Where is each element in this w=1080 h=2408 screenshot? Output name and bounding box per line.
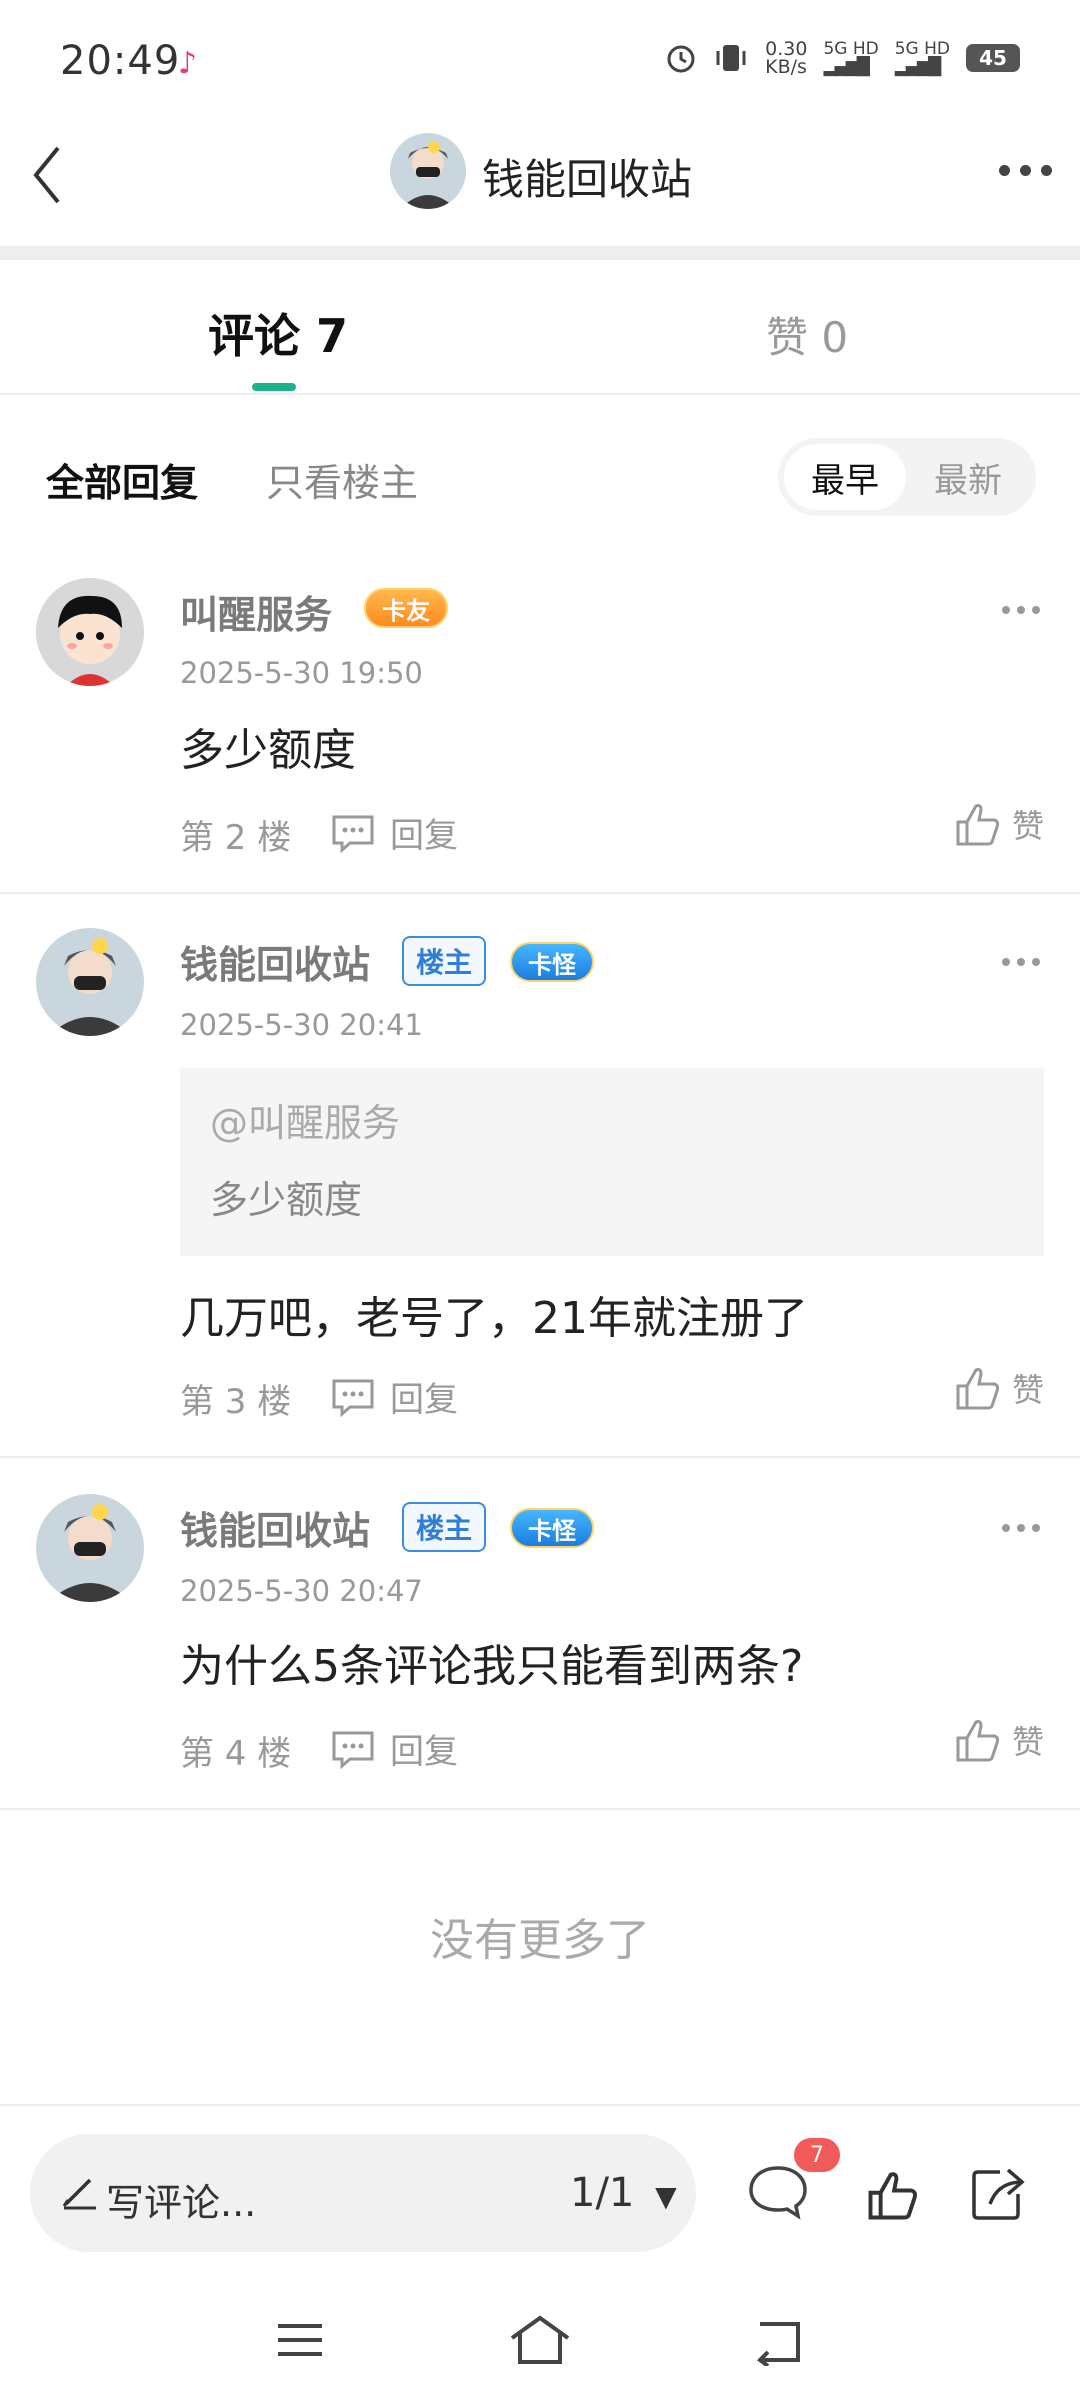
comment-icon[interactable]	[746, 2162, 810, 2222]
filter-op-only[interactable]: 只看楼主	[266, 452, 418, 507]
floor-number: 第 2 楼	[180, 818, 292, 858]
username[interactable]: 叫醒服务	[180, 584, 332, 639]
comment-time: 2025-5-30 19:50	[180, 656, 423, 690]
reply-icon	[332, 1731, 374, 1769]
thumbs-up-icon	[956, 804, 1000, 846]
caret-down-icon: ▼	[655, 2180, 677, 2213]
sort-earliest[interactable]: 最早	[784, 444, 906, 510]
tab-divider	[0, 393, 1080, 395]
net-speed: 0.30 KB/s	[765, 38, 808, 78]
sort-toggle: 最早 最新	[778, 438, 1036, 516]
like-button[interactable]: 赞	[954, 1364, 1044, 1412]
badge-kaguai: 卡怪	[510, 942, 594, 982]
floor-number: 第 3 楼	[180, 1382, 292, 1422]
like-button[interactable]: 赞	[954, 1716, 1044, 1764]
page-indicator: 1/1	[570, 2170, 635, 2216]
end-of-list: 没有更多了	[430, 1915, 650, 1966]
quote-text: 多少额度	[210, 1178, 363, 1222]
reply-label: 回复	[390, 816, 458, 856]
tab-comments[interactable]: 评论 7	[208, 300, 348, 366]
avatar[interactable]	[36, 928, 144, 1036]
like-label: 赞	[1011, 1371, 1044, 1409]
page-selector[interactable]: 1/1 ▼	[570, 2170, 677, 2216]
back-arrow-icon[interactable]	[28, 140, 68, 210]
vibrate-icon	[716, 45, 746, 71]
like-label: 赞	[1011, 807, 1044, 845]
reply-icon	[332, 1379, 374, 1417]
signal-sim2: 5G HD ▂▄▆█	[894, 39, 950, 77]
back-icon[interactable]	[754, 2318, 806, 2366]
thumbs-up-icon	[956, 1720, 1000, 1762]
floor-number: 第 4 楼	[180, 1734, 292, 1774]
username[interactable]: 钱能回收站	[180, 1500, 370, 1555]
divider	[0, 1808, 1080, 1810]
reply-label: 回复	[390, 1732, 458, 1772]
badge-kaguai: 卡怪	[510, 1508, 594, 1548]
menu-icon[interactable]	[276, 2320, 324, 2360]
share-icon[interactable]	[968, 2164, 1028, 2224]
battery-icon: 45	[966, 44, 1020, 72]
comment-text: 多少额度	[180, 725, 356, 776]
avatar[interactable]	[36, 578, 144, 686]
tiktok-icon: ♪	[178, 46, 198, 81]
badge-kayou: 卡友	[364, 588, 448, 628]
comment-placeholder[interactable]: 写评论...	[106, 2172, 256, 2227]
page-title: 钱能回收站	[482, 155, 693, 204]
signal-sim1: 5G HD ▂▄▆█	[823, 39, 879, 77]
reply-button[interactable]: 回复	[330, 1724, 458, 1773]
comment-text: 为什么5条评论我只能看到两条?	[180, 1641, 804, 1692]
alarm-icon	[667, 45, 695, 73]
comment-time: 2025-5-30 20:47	[180, 1574, 423, 1608]
username[interactable]: 钱能回收站	[180, 934, 370, 989]
badge-op: 楼主	[402, 1502, 487, 1552]
avatar[interactable]	[36, 1494, 144, 1602]
divider	[0, 1456, 1080, 1458]
status-time: 20:49	[60, 38, 181, 84]
status-indicators: 0.30 KB/s 5G HD ▂▄▆█ 5G HD ▂▄▆█ 45	[665, 38, 1020, 78]
filter-all-replies[interactable]: 全部回复	[46, 452, 198, 507]
pencil-icon	[62, 2178, 96, 2210]
badge-op: 楼主	[402, 936, 487, 986]
sort-newest[interactable]: 最新	[906, 453, 1030, 502]
more-icon[interactable]	[1002, 958, 1040, 966]
divider	[0, 892, 1080, 894]
comment-count-badge: 7	[794, 2138, 840, 2172]
comment-time: 2025-5-30 20:41	[180, 1008, 423, 1042]
reply-icon	[332, 815, 374, 853]
like-label: 赞	[1011, 1723, 1044, 1761]
home-icon[interactable]	[508, 2314, 572, 2366]
thumbs-up-icon[interactable]	[866, 2168, 920, 2222]
more-icon[interactable]	[999, 165, 1052, 176]
quote-block: @叫醒服务 多少额度	[180, 1068, 1044, 1256]
more-icon[interactable]	[1002, 1524, 1040, 1532]
avatar[interactable]	[390, 133, 466, 209]
reply-button[interactable]: 回复	[330, 808, 458, 857]
tab-indicator	[252, 383, 296, 391]
separator-band	[0, 246, 1080, 260]
tab-likes[interactable]: 赞 0	[766, 304, 848, 365]
reply-button[interactable]: 回复	[330, 1372, 458, 1421]
bottom-divider	[0, 2104, 1080, 2106]
comment-text: 几万吧，老号了，21年就注册了	[180, 1293, 808, 1344]
more-icon[interactable]	[1002, 606, 1040, 614]
like-button[interactable]: 赞	[954, 800, 1044, 848]
quote-mention[interactable]: @叫醒服务	[210, 1092, 1014, 1147]
thumbs-up-icon	[956, 1368, 1000, 1410]
reply-label: 回复	[390, 1380, 458, 1420]
